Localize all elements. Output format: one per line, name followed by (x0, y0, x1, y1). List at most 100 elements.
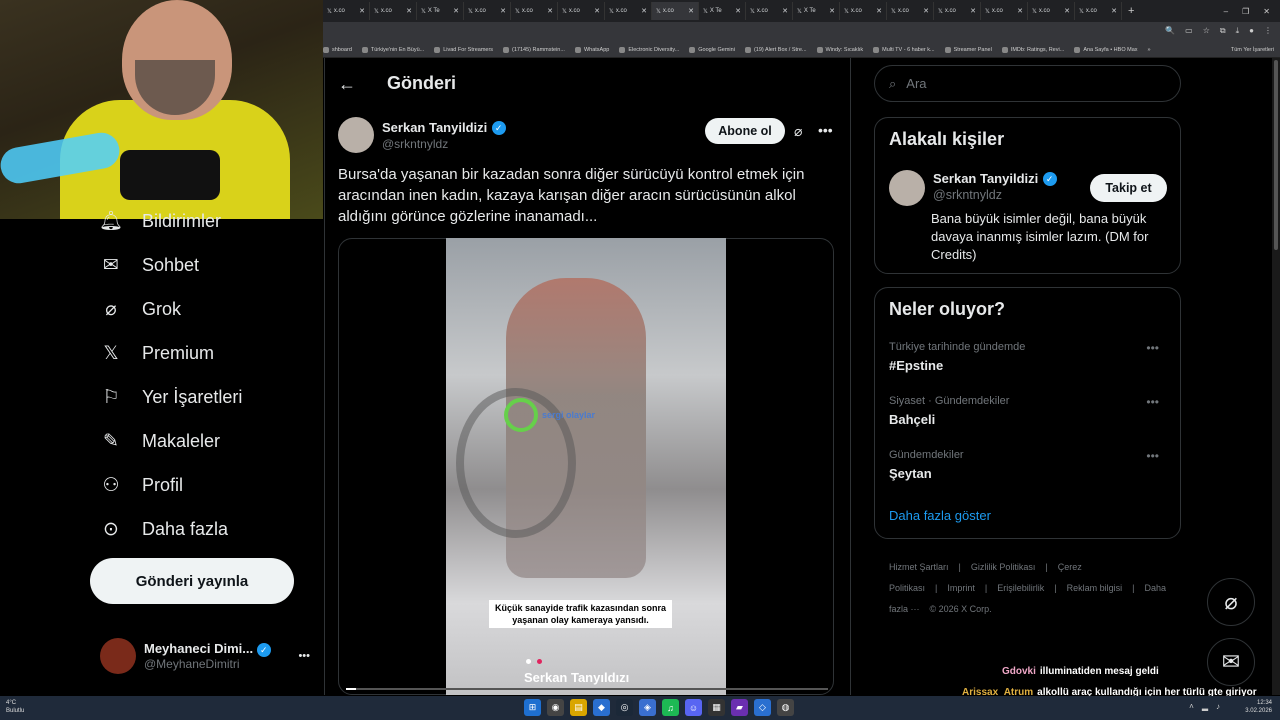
search-input[interactable]: ⌕ Ara (874, 65, 1181, 102)
close-tab-icon[interactable]: ✕ (500, 7, 506, 15)
close-tab-icon[interactable]: ✕ (453, 7, 459, 15)
browser-tab[interactable]: 𝕏x.co ✕ (840, 2, 887, 20)
related-person[interactable]: Serkan Tanyildizi ✓ @srkntnyldz (889, 170, 1057, 206)
bookmark-item[interactable]: Google Gemini (689, 46, 735, 53)
trend-item[interactable]: Türkiye tarihinde gündemde #Epstine ••• (889, 341, 1169, 373)
close-icon[interactable]: ✕ (1263, 7, 1270, 16)
footer-link[interactable]: Hizmet Şartları (889, 562, 949, 572)
messages-fab-icon[interactable]: ✉ (1207, 638, 1255, 686)
more-icon[interactable]: ••• (298, 650, 310, 662)
account-switcher[interactable]: Meyhaneci Dimi... ✓ @MeyhaneDimitri ••• (100, 636, 310, 676)
nav-item-sohbet[interactable]: ✉ Sohbet (100, 254, 199, 276)
nav-item-articles[interactable]: ✎ Makaleler (100, 430, 220, 452)
nav-item-premium[interactable]: 𝕏 Premium (100, 342, 214, 364)
more-icon[interactable]: ••• (1146, 341, 1159, 355)
restore-icon[interactable]: ❐ (1242, 7, 1249, 16)
windows-start-icon[interactable]: ⊞ (524, 699, 541, 716)
system-tray[interactable]: ˄ ▂ ♪ (1189, 702, 1220, 711)
bookmark-item[interactable]: Türkiye'nin En Büyü... (361, 46, 424, 53)
chrome-icon[interactable]: ◉ (547, 699, 564, 716)
nav-item-more[interactable]: ⊙ Daha fazla (100, 518, 228, 540)
app-icon[interactable]: ◇ (754, 699, 771, 716)
screen-icon[interactable]: ▭ (1185, 26, 1193, 36)
browser-tab[interactable]: 𝕏x.co ✕ (605, 2, 652, 20)
extensions-icon[interactable]: ⧉ (1220, 26, 1226, 36)
close-tab-icon[interactable]: ✕ (547, 7, 553, 15)
app-icon[interactable]: ◆ (593, 699, 610, 716)
bookmark-item[interactable]: (19) Alert Box / Stre... (744, 46, 807, 53)
close-tab-icon[interactable]: ✕ (1111, 7, 1117, 15)
browser-tab[interactable]: 𝕏X Te ✕ (417, 2, 464, 20)
profile-icon[interactable]: ● (1249, 26, 1254, 36)
bookmark-item[interactable]: Windy: Sıcaklık (816, 46, 863, 53)
avatar[interactable] (338, 117, 374, 153)
browser-tab[interactable]: 𝕏x.co ✕ (652, 2, 699, 20)
clock[interactable]: 12:34 3.02.2026 (1245, 699, 1272, 715)
browser-tab[interactable]: 𝕏x.co ✕ (1028, 2, 1075, 20)
browser-tab[interactable]: 𝕏X Te ✕ (699, 2, 746, 20)
close-tab-icon[interactable]: ✕ (782, 7, 788, 15)
minimize-icon[interactable]: – (1224, 7, 1228, 16)
zoom-icon[interactable]: 🔍 (1165, 26, 1175, 36)
more-icon[interactable]: ••• (1146, 449, 1159, 463)
close-tab-icon[interactable]: ✕ (359, 7, 365, 15)
bookmark-item[interactable]: shboard (323, 46, 352, 53)
star-icon[interactable]: ☆ (1203, 26, 1210, 36)
follow-button[interactable]: Takip et (1090, 174, 1167, 202)
subscribe-button[interactable]: Abone ol (705, 118, 785, 144)
close-tab-icon[interactable]: ✕ (829, 7, 835, 15)
grok-icon[interactable]: ⌀ (794, 123, 802, 140)
bookmark-item[interactable]: IMDb: Ratings, Revi... (1001, 46, 1064, 53)
bookmarks-overflow[interactable]: » (1148, 47, 1151, 53)
bookmark-item[interactable]: Multi TV - 6 haber k... (873, 46, 935, 53)
browser-tab[interactable]: 𝕏x.co ✕ (464, 2, 511, 20)
steam-icon[interactable]: ◎ (616, 699, 633, 716)
browser-tab[interactable]: 𝕏x.co ✕ (558, 2, 605, 20)
browser-tab[interactable]: 𝕏x.co ✕ (981, 2, 1028, 20)
all-bookmarks-folder[interactable]: Tüm Yer İşaretleri (1231, 47, 1280, 53)
close-tab-icon[interactable]: ✕ (735, 7, 741, 15)
footer-link[interactable]: © 2026 X Corp. (930, 604, 992, 614)
nav-item-bildirimler[interactable]: 🔔︎ Bildirimler (99, 210, 221, 233)
footer-link[interactable]: Erişilebilirlik (997, 583, 1044, 593)
nav-item-bookmarks[interactable]: ⚐ Yer İşaretleri (100, 386, 242, 408)
bookmark-item[interactable]: (17145) Rammstein... (503, 46, 565, 53)
folder-icon[interactable]: ▤ (570, 699, 587, 716)
nav-item-profile[interactable]: ⚇ Profil (100, 474, 183, 496)
browser-tab[interactable]: 𝕏x.co ✕ (323, 2, 370, 20)
bookmark-item[interactable]: WhatsApp (574, 46, 609, 53)
close-tab-icon[interactable]: ✕ (923, 7, 929, 15)
related-name[interactable]: Serkan Tanyildizi (933, 171, 1038, 186)
app-icon[interactable]: ▦ (708, 699, 725, 716)
back-arrow-icon[interactable]: ← (338, 74, 356, 95)
browser-tab[interactable]: 𝕏x.co ✕ (511, 2, 558, 20)
new-tab-button[interactable]: + (1122, 5, 1140, 17)
weather-widget[interactable]: 4°C Bulutlu (6, 699, 24, 715)
discord-icon[interactable]: ☺ (685, 699, 702, 716)
close-tab-icon[interactable]: ✕ (688, 7, 694, 15)
more-icon[interactable]: ••• (818, 122, 833, 138)
app-icon[interactable]: ▰ (731, 699, 748, 716)
nav-item-grok[interactable]: ⌀ Grok (100, 298, 181, 320)
browser-tab[interactable]: 𝕏x.co ✕ (934, 2, 981, 20)
trend-item[interactable]: Gündemdekiler Şeytan ••• (889, 449, 1169, 481)
download-icon[interactable]: ⤓ (1236, 26, 1240, 36)
close-tab-icon[interactable]: ✕ (1064, 7, 1070, 15)
post-author[interactable]: Serkan Tanyildizi ✓ @srkntnyldz (338, 117, 506, 153)
close-tab-icon[interactable]: ✕ (406, 7, 412, 15)
related-handle[interactable]: @srkntnyldz (933, 188, 1057, 202)
browser-tab[interactable]: 𝕏x.co ✕ (370, 2, 417, 20)
video-progress[interactable] (346, 688, 828, 690)
volume-icon[interactable]: ♪ (1216, 702, 1220, 711)
browser-tab[interactable]: 𝕏X Te ✕ (793, 2, 840, 20)
bookmark-item[interactable]: Ana Sayfa • HBO Max (1074, 46, 1138, 53)
close-tab-icon[interactable]: ✕ (970, 7, 976, 15)
trend-item[interactable]: Siyaset · Gündemdekiler Bahçeli ••• (889, 395, 1169, 427)
browser-tab[interactable]: 𝕏x.co ✕ (746, 2, 793, 20)
bookmark-item[interactable]: Streamer Panel (944, 46, 992, 53)
spotify-icon[interactable]: ♫ (662, 699, 679, 716)
footer-link[interactable]: Reklam bilgisi (1067, 583, 1123, 593)
browser-tab[interactable]: 𝕏x.co ✕ (887, 2, 934, 20)
post-button[interactable]: Gönderi yayınla (90, 558, 294, 604)
footer-link[interactable]: Imprint (947, 583, 975, 593)
